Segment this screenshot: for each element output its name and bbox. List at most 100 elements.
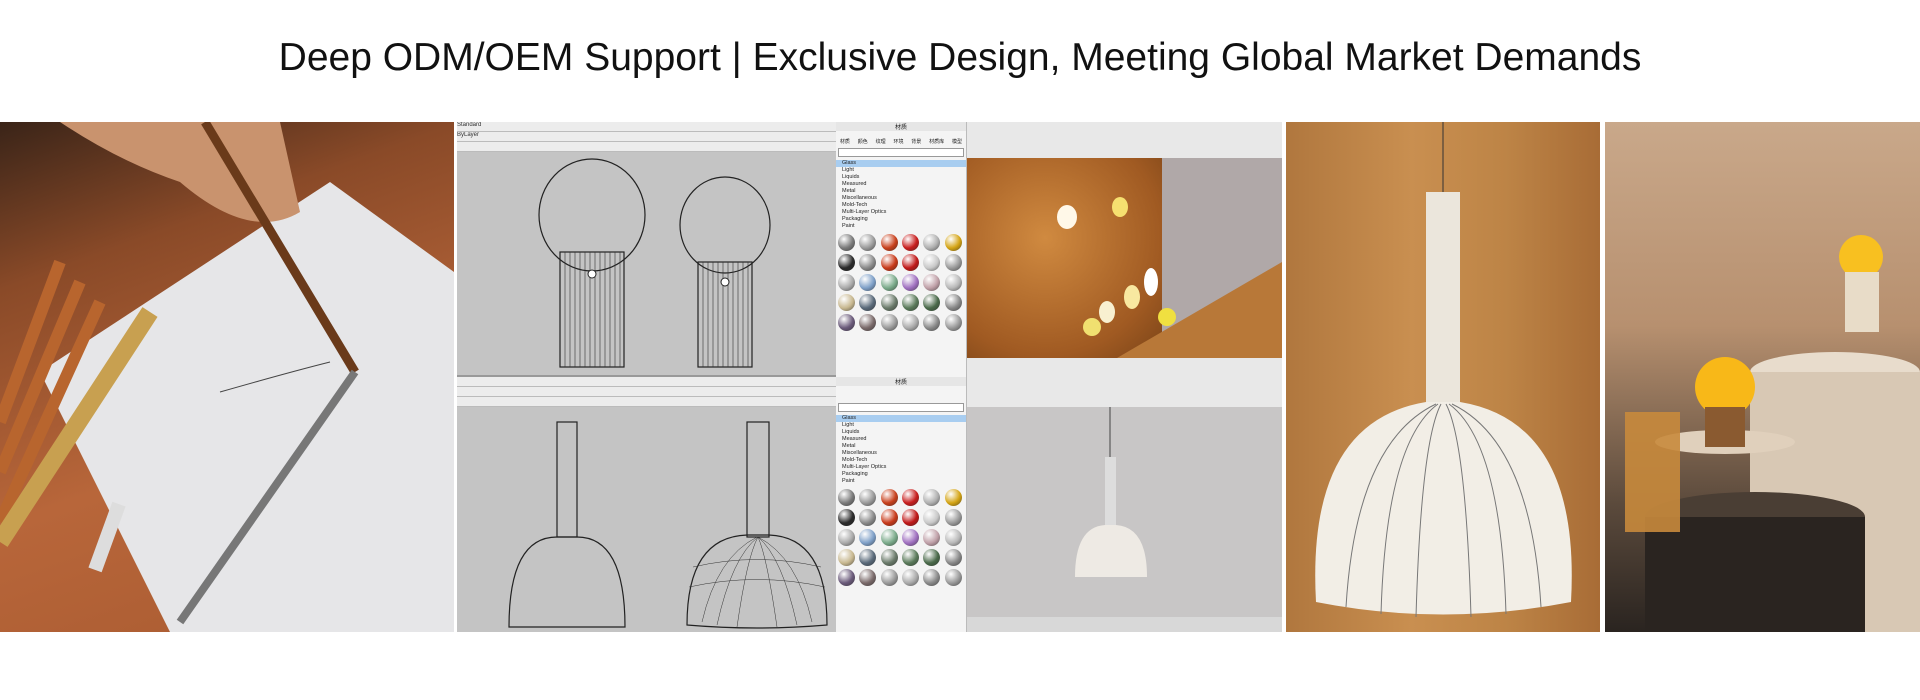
material-swatch[interactable] (859, 294, 877, 311)
material-swatch[interactable] (902, 274, 919, 291)
material-swatch[interactable] (923, 234, 941, 251)
table-lamps-photo (1605, 122, 1920, 632)
material-swatch[interactable] (859, 274, 877, 291)
material-swatch[interactable] (838, 234, 855, 251)
material-swatch[interactable] (859, 254, 877, 271)
material-swatch[interactable] (902, 529, 919, 546)
tab-environment[interactable]: 环境 (893, 138, 903, 145)
material-swatch[interactable] (859, 314, 877, 331)
tab-textures[interactable]: 纹理 (876, 138, 886, 145)
tab-background[interactable]: 背景 (911, 138, 921, 145)
material-swatch[interactable] (880, 274, 898, 291)
material-swatch[interactable] (859, 529, 877, 546)
material-swatch[interactable] (838, 489, 855, 506)
material-category-item[interactable]: Packaging (836, 216, 966, 223)
material-swatch[interactable] (923, 254, 941, 271)
material-swatch[interactable] (923, 549, 941, 566)
material-swatch[interactable] (838, 254, 855, 271)
material-swatch[interactable] (859, 549, 877, 566)
material-category-item[interactable]: Glass (836, 160, 966, 167)
material-swatch[interactable] (944, 529, 962, 546)
material-swatch[interactable] (880, 529, 898, 546)
material-swatch[interactable] (944, 294, 962, 311)
tab-colors[interactable]: 颜色 (858, 138, 868, 145)
material-swatch[interactable] (838, 529, 855, 546)
material-category-item[interactable]: Measured (836, 436, 966, 443)
material-swatch[interactable] (880, 489, 898, 506)
render-viewport-pendant[interactable] (967, 377, 1282, 632)
materials-panel-2: 材质 Glass Light Liquids Measured Metal Miscell… (836, 377, 967, 632)
tab-library[interactable]: 材质库 (929, 138, 944, 145)
material-swatch[interactable] (902, 254, 919, 271)
material-category-item[interactable]: Paint (836, 478, 966, 485)
search-input-2[interactable] (838, 403, 964, 412)
material-swatch[interactable] (944, 509, 962, 526)
material-category-item[interactable]: Multi-Layer Optics (836, 464, 966, 471)
material-swatch[interactable] (923, 294, 941, 311)
material-swatch[interactable] (838, 569, 855, 586)
material-swatch[interactable] (944, 274, 962, 291)
material-swatch[interactable] (880, 509, 898, 526)
search-input[interactable] (838, 148, 964, 157)
material-swatch[interactable] (838, 294, 855, 311)
material-swatch[interactable] (944, 234, 962, 251)
material-swatch[interactable] (944, 569, 962, 586)
material-category-item[interactable]: Metal (836, 188, 966, 195)
material-swatch[interactable] (838, 274, 855, 291)
material-swatch[interactable] (902, 509, 919, 526)
material-swatch[interactable] (880, 294, 898, 311)
material-swatch[interactable] (838, 549, 855, 566)
material-swatch[interactable] (902, 549, 919, 566)
material-swatch[interactable] (902, 569, 919, 586)
material-category-item[interactable]: Glass (836, 415, 966, 422)
cad-pendant-view[interactable] (457, 407, 836, 632)
material-swatch[interactable] (902, 234, 919, 251)
material-swatch[interactable] (880, 549, 898, 566)
material-swatch[interactable] (923, 274, 941, 291)
pendant-lamp-photo (1286, 122, 1600, 632)
material-category-item[interactable]: Miscellaneous (836, 450, 966, 457)
material-swatch[interactable] (880, 314, 898, 331)
material-category-item[interactable]: Metal (836, 443, 966, 450)
material-category-item[interactable]: Paint (836, 223, 966, 230)
material-swatch[interactable] (923, 489, 941, 506)
material-swatch[interactable] (944, 489, 962, 506)
material-category-item[interactable]: Light (836, 422, 966, 429)
material-category-item[interactable]: Light (836, 167, 966, 174)
material-swatch[interactable] (880, 234, 898, 251)
material-category-item[interactable]: Mold-Tech (836, 202, 966, 209)
tab-models[interactable]: 模型 (952, 138, 962, 145)
material-category-item[interactable]: Mold-Tech (836, 457, 966, 464)
material-category-item[interactable]: Liquids (836, 429, 966, 436)
material-category-item[interactable]: Liquids (836, 174, 966, 181)
material-swatch[interactable] (859, 509, 877, 526)
material-swatch[interactable] (859, 234, 877, 251)
material-swatch[interactable] (944, 254, 962, 271)
cad-front-view[interactable] (457, 152, 836, 375)
cad-toolbar[interactable]: Standard (457, 122, 836, 132)
material-swatch[interactable] (944, 549, 962, 566)
material-category-item[interactable]: Multi-Layer Optics (836, 209, 966, 216)
render-viewport-room[interactable] (967, 122, 1282, 377)
material-swatch[interactable] (923, 529, 941, 546)
material-swatch[interactable] (859, 569, 877, 586)
material-swatch[interactable] (859, 489, 877, 506)
rendering-software: 材质 材质 颜色 纹理 环境 背景 材质库 模型 Glass Light Liqui… (836, 122, 1282, 632)
sketching-photo (0, 122, 454, 632)
tab-materials[interactable]: 材质 (840, 138, 850, 145)
material-swatch[interactable] (880, 569, 898, 586)
material-category-item[interactable]: Packaging (836, 471, 966, 478)
material-swatch[interactable] (838, 314, 855, 331)
material-swatch[interactable] (880, 254, 898, 271)
material-swatch[interactable] (923, 569, 941, 586)
material-swatch[interactable] (923, 509, 941, 526)
material-category-item[interactable]: Miscellaneous (836, 195, 966, 202)
material-swatch[interactable] (923, 314, 941, 331)
materials-panel: 材质 材质 颜色 纹理 环境 背景 材质库 模型 Glass Light Liqui… (836, 122, 967, 377)
material-swatch[interactable] (838, 509, 855, 526)
material-swatch[interactable] (902, 314, 919, 331)
material-swatch[interactable] (902, 294, 919, 311)
material-category-item[interactable]: Measured (836, 181, 966, 188)
material-swatch[interactable] (944, 314, 962, 331)
material-swatch[interactable] (902, 489, 919, 506)
